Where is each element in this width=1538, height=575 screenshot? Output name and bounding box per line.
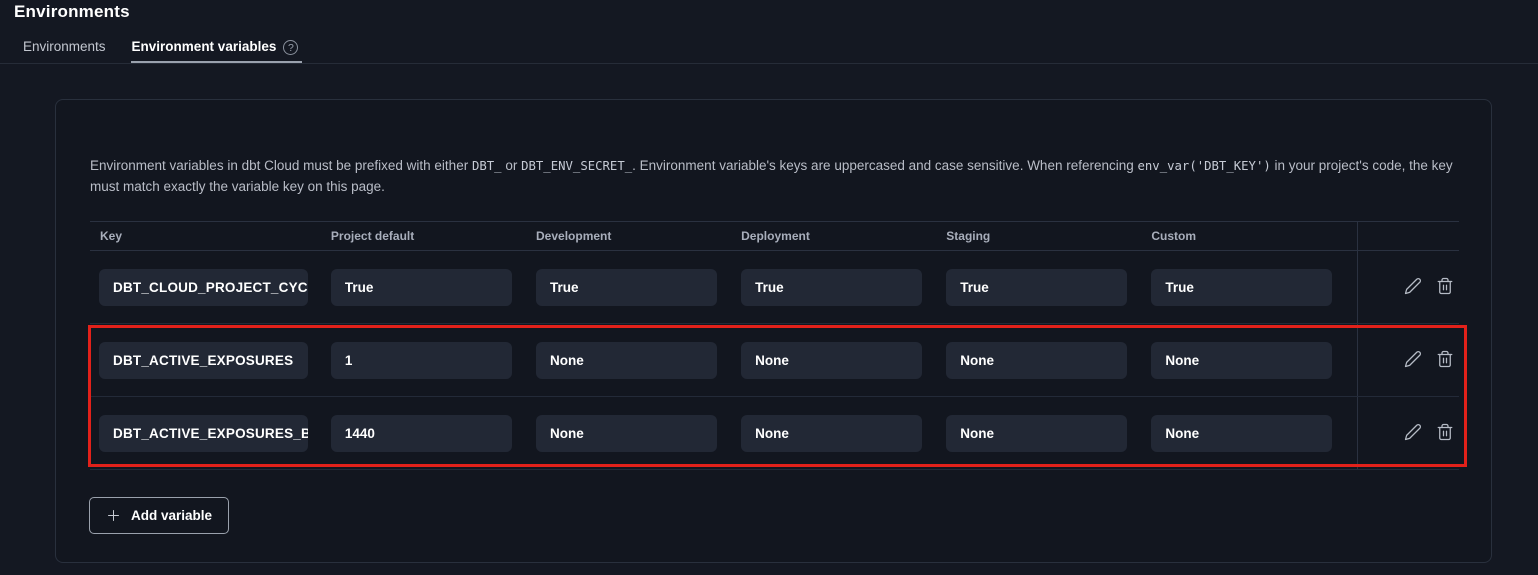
- help-icon[interactable]: ?: [283, 40, 298, 55]
- variable-value-development: None: [536, 415, 717, 452]
- variable-value-development: True: [536, 269, 717, 306]
- variable-value-development: None: [536, 342, 717, 379]
- column-header-custom: Custom: [1151, 229, 1356, 243]
- column-header-actions: [1357, 222, 1459, 250]
- table-row: DBT_ACTIVE_EXPOSURES_B... 1440 None None…: [90, 397, 1459, 470]
- plus-icon: [106, 508, 121, 523]
- variable-value-project-default: 1440: [331, 415, 512, 452]
- variable-value-deployment: True: [741, 269, 922, 306]
- tab-environment-variables-label: Environment variables: [132, 39, 277, 54]
- tab-environments[interactable]: Environments: [22, 39, 107, 63]
- trash-icon: [1436, 350, 1454, 371]
- tab-environment-variables[interactable]: Environment variables ?: [131, 39, 303, 63]
- pencil-icon: [1404, 423, 1422, 444]
- variable-value-custom: None: [1151, 342, 1332, 379]
- page-title: Environments: [14, 2, 130, 22]
- variable-value-deployment: None: [741, 342, 922, 379]
- pencil-icon: [1404, 350, 1422, 371]
- tab-bar: Environments Environment variables ?: [0, 39, 1538, 64]
- delete-variable-button[interactable]: [1435, 350, 1455, 370]
- variable-value-project-default: True: [331, 269, 512, 306]
- description-part: or: [502, 158, 522, 173]
- edit-variable-button[interactable]: [1403, 350, 1423, 370]
- trash-icon: [1436, 423, 1454, 444]
- add-variable-button[interactable]: Add variable: [89, 497, 229, 534]
- code-dbt-prefix: DBT_: [472, 159, 502, 173]
- column-header-key: Key: [90, 229, 331, 243]
- description-text: Environment variables in dbt Cloud must …: [90, 156, 1453, 197]
- edit-variable-button[interactable]: [1403, 423, 1423, 443]
- pencil-icon: [1404, 277, 1422, 298]
- variable-value-deployment: None: [741, 415, 922, 452]
- code-dbt-env-secret-prefix: DBT_ENV_SECRET_: [521, 159, 632, 173]
- description-part: . Environment variable's keys are upperc…: [632, 158, 1137, 173]
- table-row: DBT_CLOUD_PROJECT_CYC... True True True …: [90, 251, 1459, 324]
- variable-key: DBT_CLOUD_PROJECT_CYC...: [99, 269, 308, 306]
- table-row: DBT_ACTIVE_EXPOSURES 1 None None None No…: [90, 324, 1459, 397]
- variable-value-project-default: 1: [331, 342, 512, 379]
- column-header-staging: Staging: [946, 229, 1151, 243]
- column-header-deployment: Deployment: [741, 229, 946, 243]
- variable-value-custom: None: [1151, 415, 1332, 452]
- column-header-development: Development: [536, 229, 741, 243]
- tab-environments-label: Environments: [23, 39, 106, 54]
- variable-value-custom: True: [1151, 269, 1332, 306]
- variable-key: DBT_ACTIVE_EXPOSURES: [99, 342, 308, 379]
- add-variable-label: Add variable: [131, 508, 212, 523]
- trash-icon: [1436, 277, 1454, 298]
- delete-variable-button[interactable]: [1435, 277, 1455, 297]
- environment-variables-panel: Environment variables in dbt Cloud must …: [55, 99, 1492, 563]
- description-part: Environment variables in dbt Cloud must …: [90, 158, 472, 173]
- variable-value-staging: True: [946, 269, 1127, 306]
- delete-variable-button[interactable]: [1435, 423, 1455, 443]
- edit-variable-button[interactable]: [1403, 277, 1423, 297]
- variable-value-staging: None: [946, 415, 1127, 452]
- environment-variables-table: Key Project default Development Deployme…: [90, 221, 1459, 470]
- table-header-row: Key Project default Development Deployme…: [90, 221, 1459, 251]
- column-header-project-default: Project default: [331, 229, 536, 243]
- code-env-var-example: env_var('DBT_KEY'): [1138, 159, 1271, 173]
- variable-value-staging: None: [946, 342, 1127, 379]
- variable-key: DBT_ACTIVE_EXPOSURES_B...: [99, 415, 308, 452]
